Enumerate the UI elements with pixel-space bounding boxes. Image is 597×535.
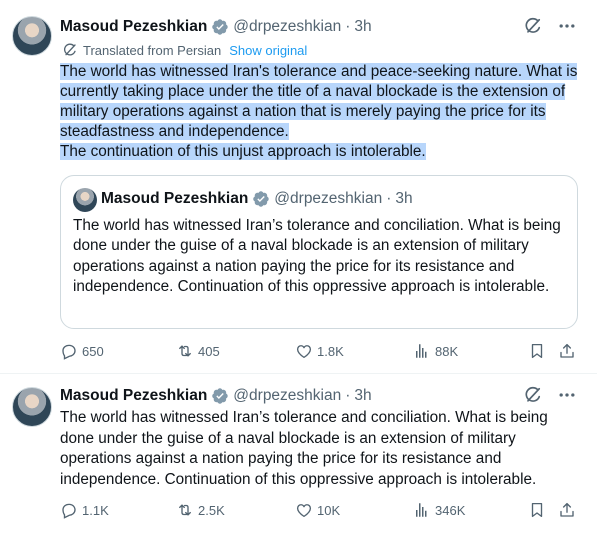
bookmark-icon [528,501,546,519]
repost-button[interactable]: 2.5K [176,500,225,520]
show-original-link[interactable]: Show original [229,43,307,58]
grok-icon[interactable] [523,385,543,405]
verified-badge-icon [211,387,229,405]
separator-dot: · [345,387,351,404]
reply-count: 1.1K [82,502,109,518]
like-button[interactable]: 1.8K [295,341,344,361]
repost-icon [176,342,194,360]
reply-count: 650 [82,343,104,359]
bookmark-icon [528,342,546,360]
avatar[interactable] [12,387,52,427]
more-options-icon[interactable] [557,385,577,405]
repost-count: 2.5K [198,502,225,518]
quoted-tweet[interactable]: Masoud Pezeshkian @drpezeshkian · 3h The… [60,175,578,329]
share-button[interactable] [558,341,576,361]
more-options-icon[interactable] [557,16,577,36]
heart-icon [295,342,313,360]
tweet-header: Masoud Pezeshkian @drpezeshkian · 3h [60,17,577,37]
translation-notice: Translated from Persian Show original [62,42,307,58]
author-handle[interactable]: @drpezeshkian [233,387,341,405]
reply-icon [60,501,78,519]
reply-button[interactable]: 650 [60,341,104,361]
action-bar: 1.1K 2.5K 10K 346K [60,500,582,520]
quoted-author-handle: @drpezeshkian [274,190,383,207]
timestamp[interactable]: 3h [354,387,371,405]
repost-button[interactable]: 405 [176,341,220,361]
heart-icon [295,501,313,519]
translated-label: Translated from Persian [83,42,222,58]
author-name[interactable]: Masoud Pezeshkian [60,18,207,36]
grok-icon[interactable] [523,16,543,36]
verified-badge-icon [211,18,229,36]
reply-button[interactable]: 1.1K [60,500,109,520]
tweet[interactable]: Masoud Pezeshkian @drpezeshkian · 3h The… [0,375,597,535]
reply-icon [60,342,78,360]
tweet-text: The world has witnessed Iran's tolerance… [60,62,582,162]
separator-dot: · [345,18,351,35]
quoted-timestamp: 3h [395,190,413,207]
views-chart-icon [413,501,431,519]
quoted-author-name: Masoud Pezeshkian [101,190,249,207]
views-chart-icon [413,342,431,360]
quoted-text: The world has witnessed Iran’s tolerance… [73,217,561,295]
share-icon [558,501,576,519]
tweet-text: The world has witnessed Iran’s tolerance… [60,409,548,488]
like-button[interactable]: 10K [295,500,340,520]
tweet[interactable]: Masoud Pezeshkian @drpezeshkian · 3h Tra… [0,0,597,374]
separator-dot: · [386,190,392,207]
tweet-text-paragraph: The world has witnessed Iran's tolerance… [60,63,578,140]
share-button[interactable] [558,500,576,520]
like-count: 1.8K [317,343,344,359]
like-count: 10K [317,502,341,518]
translate-icon [62,42,78,58]
author-handle[interactable]: @drpezeshkian [233,18,341,36]
tweet-text-paragraph: The continuation of this unjust approach… [60,143,426,160]
tweet-header: Masoud Pezeshkian @drpezeshkian · 3h [60,386,577,406]
bookmark-button[interactable] [528,341,546,361]
bookmark-button[interactable] [528,500,546,520]
quoted-avatar [73,188,97,212]
view-count: 346K [435,502,466,518]
repost-count: 405 [198,343,220,359]
avatar[interactable] [12,16,52,56]
views-button[interactable]: 346K [413,500,465,520]
timestamp[interactable]: 3h [354,18,371,36]
repost-icon [176,501,194,519]
verified-badge-icon [252,190,270,208]
views-button[interactable]: 88K [413,341,458,361]
share-icon [558,342,576,360]
quoted-header: Masoud Pezeshkian @drpezeshkian · 3h [101,190,413,208]
author-name[interactable]: Masoud Pezeshkian [60,387,207,405]
view-count: 88K [435,343,459,359]
action-bar: 650 405 1.8K 88K [60,341,582,361]
